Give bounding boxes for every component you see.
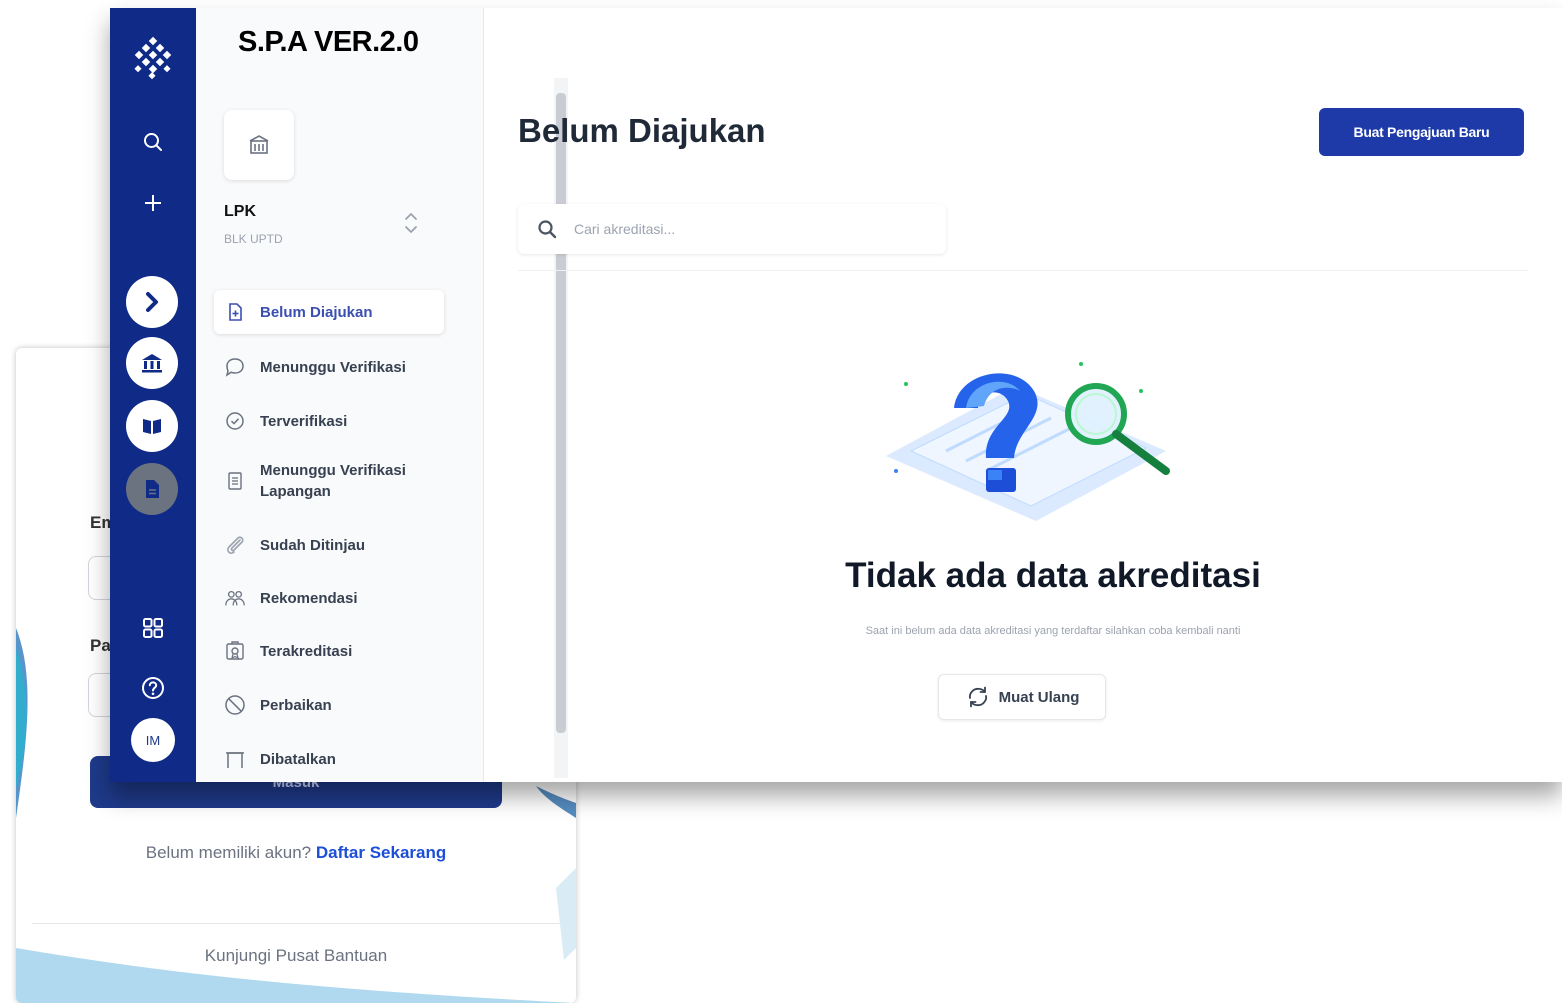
help-icon[interactable]	[133, 668, 173, 708]
new-submission-button[interactable]: Buat Pengajuan Baru	[1319, 108, 1524, 156]
icon-rail: IM	[110, 8, 196, 782]
chevron-up-down-icon[interactable]	[401, 208, 421, 238]
sidebar-menu: S.P.A VER.2.0 LPK BLK UPTD Belum Diajuka…	[196, 8, 568, 782]
sidebar-item-label: Dibatalkan	[260, 750, 336, 768]
avatar[interactable]: IM	[131, 718, 175, 762]
paperclip-icon	[224, 534, 246, 556]
empty-state-description: Saat ini belum ada data akreditasi yang …	[484, 625, 1562, 637]
sidebar-item-label: Terverifikasi	[260, 412, 348, 430]
document-plus-icon	[224, 301, 246, 323]
divider	[32, 923, 560, 924]
sidebar-item-belum-diajukan[interactable]: Belum Diajukan	[214, 290, 444, 334]
document-icon[interactable]	[126, 463, 178, 515]
reload-button[interactable]: Muat Ulang	[938, 674, 1106, 720]
sidebar-item-terakreditasi[interactable]: Terakreditasi	[214, 640, 444, 662]
reload-button-label: Muat Ulang	[998, 688, 1080, 706]
empty-state-title-text: Tidak ada data akreditasi	[845, 556, 1261, 595]
grid-icon[interactable]	[133, 608, 173, 648]
app-window: IM S.P.A VER.2.0 LPK BLK UPTD Belum Diaj…	[110, 8, 1562, 782]
sidebar-item-menunggu-verifikasi[interactable]: Menunggu Verifikasi	[214, 356, 444, 378]
page-title: Belum Diajukan	[518, 112, 766, 149]
register-link[interactable]: Daftar Sekarang	[316, 843, 446, 862]
archive-icon	[224, 748, 246, 770]
building-icon	[249, 135, 269, 154]
refresh-icon	[965, 684, 991, 710]
check-circle-icon	[224, 410, 246, 432]
sidebar-item-terverifikasi[interactable]: Terverifikasi	[214, 410, 444, 432]
sidebar-item-label: Menunggu Verifikasi	[260, 358, 406, 376]
org-logo	[224, 110, 294, 180]
sidebar-item-label: Menunggu Verifikasi Lapangan	[260, 462, 406, 500]
sidebar-item-label: Sudah Ditinjau	[260, 536, 365, 554]
logo-icon[interactable]	[131, 36, 175, 80]
users-icon	[224, 587, 246, 609]
arrow-right-icon[interactable]	[126, 276, 178, 328]
sidebar-item-label: Belum Diajukan	[260, 303, 373, 321]
certificate-icon	[224, 640, 246, 662]
empty-state-illustration	[866, 346, 1186, 526]
sidebar-item-dibatalkan[interactable]: Dibatalkan	[214, 748, 444, 770]
org-name: LPK	[224, 203, 256, 220]
main-content: Belum Diajukan Buat Pengajuan Baru Cari …	[484, 8, 1562, 782]
chat-icon	[224, 356, 246, 378]
divider	[518, 270, 1528, 271]
plus-icon[interactable]	[133, 183, 173, 223]
org-subtitle: BLK UPTD	[224, 232, 283, 246]
search-box[interactable]	[518, 204, 946, 254]
search-input[interactable]	[572, 220, 916, 238]
search-icon[interactable]	[133, 122, 173, 162]
empty-state-description-text: Saat ini belum ada data akreditasi yang …	[865, 625, 1241, 637]
sidebar-item-sudah-ditinjau[interactable]: Sudah Ditinjau	[214, 534, 444, 556]
sidebar-item-label: Perbaikan	[260, 696, 332, 714]
help-center-link[interactable]: Kunjungi Pusat Bantuan	[16, 946, 576, 966]
sidebar-item-perbaikan[interactable]: Perbaikan	[214, 694, 444, 716]
password-label: Pa	[90, 636, 111, 655]
sidebar-item-rekomendasi[interactable]: Rekomendasi	[214, 587, 444, 609]
sidebar-item-menunggu-verifikasi-lapangan[interactable]: Menunggu Verifikasi Lapangan	[214, 460, 414, 502]
ban-icon	[224, 694, 246, 716]
search-icon	[536, 218, 558, 240]
app-title: S.P.A VER.2.0	[238, 26, 419, 58]
sidebar-item-label: Rekomendasi	[260, 589, 358, 607]
book-icon[interactable]	[126, 400, 178, 452]
register-prompt-text: Belum memiliki akun?	[145, 843, 312, 862]
sidebar-item-label: Terakreditasi	[260, 642, 353, 660]
empty-state-title: Tidak ada data akreditasi	[484, 556, 1562, 596]
list-icon	[224, 470, 246, 492]
register-prompt: Belum memiliki akun? Daftar Sekarang	[16, 843, 576, 863]
bank-icon[interactable]	[126, 337, 178, 389]
